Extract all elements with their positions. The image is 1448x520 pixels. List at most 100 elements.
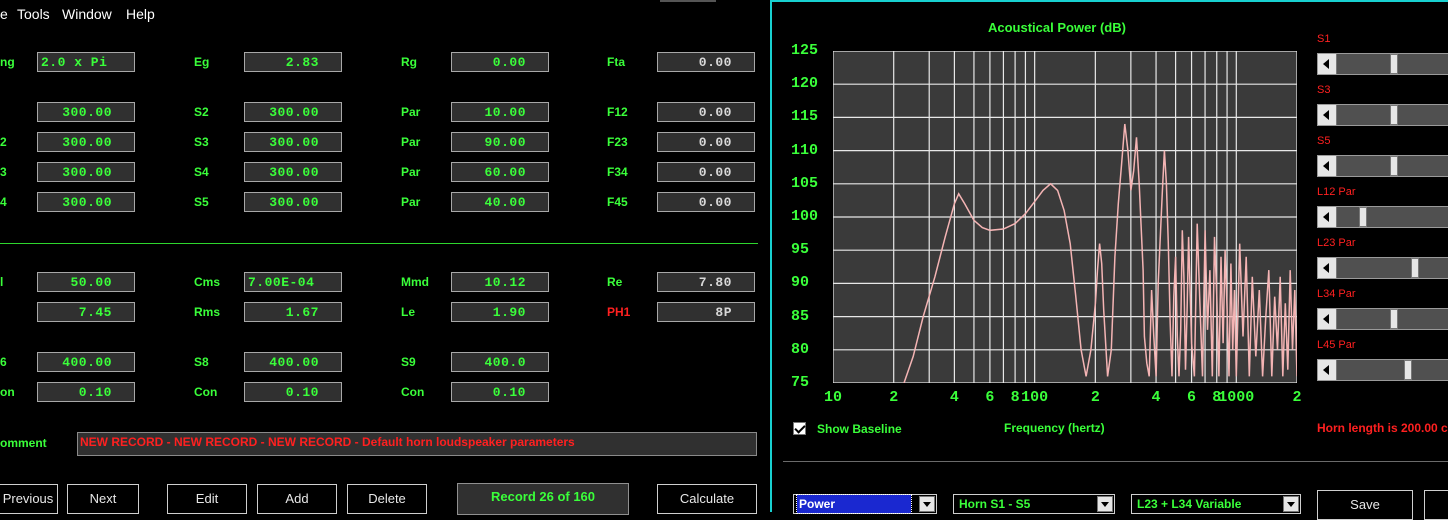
driver-field-0-4[interactable]: 7.80 [657,272,755,292]
add-button[interactable]: Add [257,484,337,514]
previous-button[interactable]: Previous [0,484,58,514]
driver-field-1-3[interactable]: 1.90 [451,302,549,322]
driver-field-1-2[interactable]: 1.67 [244,302,342,322]
menu-window[interactable]: Window [62,6,112,22]
menu-help[interactable]: Help [126,6,155,22]
x-tick-label: 8 [1010,389,1020,406]
horn-field-2-2[interactable]: 300.00 [244,132,342,152]
horn-field-3-4[interactable]: 0.00 [657,162,755,182]
driver-field-0-1[interactable]: 50.00 [37,272,135,292]
driver-field-2-1[interactable]: 400.00 [37,352,135,372]
x-tick-label: 6 [1187,389,1197,406]
mode-combo[interactable]: Power [793,494,937,514]
horn-field-1-1[interactable]: 300.00 [37,102,135,122]
slider-label: L45 Par [1317,339,1356,351]
slider-track[interactable] [1317,155,1448,177]
chevron-left-icon[interactable] [1318,156,1337,176]
horn-field-0-3[interactable]: 0.00 [451,52,549,72]
slider-thumb[interactable] [1411,258,1420,278]
driver-label-3-3: Con [401,385,425,399]
comment-field[interactable]: NEW RECORD - NEW RECORD - NEW RECORD - D… [77,432,757,456]
horn-field-4-3[interactable]: 40.00 [451,192,549,212]
chevron-down-icon[interactable] [919,496,935,512]
y-tick-label: 90 [791,274,810,292]
horn-field-3-3[interactable]: 60.00 [451,162,549,182]
horn-field-2-4[interactable]: 0.00 [657,132,755,152]
menu-tools[interactable]: Tools [17,6,50,22]
driver-field-3-1[interactable]: 0.10 [37,382,135,402]
chevron-left-icon[interactable] [1318,309,1337,329]
x-tick-label: 6 [985,389,995,406]
horn-field-0-4[interactable]: 0.00 [657,52,755,72]
driver-field-3-2[interactable]: 0.10 [244,382,342,402]
save-button[interactable]: Save [1317,490,1413,520]
calculate-button[interactable]: Calculate [657,484,757,514]
driver-label-0-2: Cms [194,275,221,289]
horn-field-4-2[interactable]: 300.00 [244,192,342,212]
horn-label-0-2: Eg [194,55,210,69]
range-combo[interactable]: Horn S1 - S5 [953,494,1115,514]
driver-label-2-2: S8 [194,355,209,369]
horn-field-4-1[interactable]: 300.00 [37,192,135,212]
y-tick-label: 120 [791,75,819,93]
chevron-left-icon[interactable] [1318,258,1337,278]
slider-label: S1 [1317,33,1331,45]
slider-track[interactable] [1317,257,1448,279]
horn-field-3-1[interactable]: 300.00 [37,162,135,182]
horn-field-1-4[interactable]: 0.00 [657,102,755,122]
next-button[interactable]: Next [67,484,139,514]
mode-combo-value: Power [796,494,912,514]
chevron-left-icon[interactable] [1318,360,1337,380]
driver-field-2-3[interactable]: 400.0 [451,352,549,372]
horn-field-1-2[interactable]: 300.00 [244,102,342,122]
horn-field-4-4[interactable]: 0.00 [657,192,755,212]
driver-label-0-1: l [0,275,4,289]
horn-label-0-1: ng [0,55,15,69]
slider-track[interactable] [1317,206,1448,228]
panel-top-border [772,0,1448,2]
horn-label-0-4: Fta [607,55,625,69]
chevron-left-icon[interactable] [1318,207,1337,227]
slider-thumb[interactable] [1389,156,1398,176]
show-baseline-label[interactable]: Show Baseline [817,422,902,436]
x-tick-label: 2 [1292,389,1302,406]
variable-combo[interactable]: L23 + L34 Variable [1131,494,1301,514]
slider-track[interactable] [1317,104,1448,126]
show-baseline-checkbox[interactable] [793,422,806,435]
slider-thumb[interactable] [1358,207,1367,227]
menu-file-partial[interactable]: e [0,6,8,22]
driver-field-1-4[interactable]: 8P [657,302,755,322]
horn-field-0-2[interactable]: 2.83 [244,52,342,72]
slider-track[interactable] [1317,308,1448,330]
chevron-down-icon[interactable] [1097,496,1113,512]
driver-field-0-3[interactable]: 10.12 [451,272,549,292]
driver-label-3-2: Con [194,385,218,399]
driver-field-3-3[interactable]: 0.10 [451,382,549,402]
chevron-down-icon[interactable] [1283,496,1299,512]
slider-thumb[interactable] [1389,309,1398,329]
horn-field-0-1[interactable]: 2.0 x Pi [37,52,135,72]
slider-track[interactable] [1317,359,1448,381]
driver-field-0-2[interactable]: 7.00E-04 [244,272,342,292]
extra-button[interactable] [1424,490,1448,520]
edit-button[interactable]: Edit [167,484,247,514]
horn-field-2-1[interactable]: 300.00 [37,132,135,152]
horn-field-2-3[interactable]: 90.00 [451,132,549,152]
slider-track[interactable] [1317,53,1448,75]
driver-label-2-3: S9 [401,355,416,369]
horn-label-3-2: S4 [194,165,209,179]
slider-thumb[interactable] [1389,105,1398,125]
slider-thumb[interactable] [1389,54,1398,74]
comment-label: omment [0,436,47,450]
slider-thumb[interactable] [1404,360,1413,380]
horn-field-3-2[interactable]: 300.00 [244,162,342,182]
horn-label-4-1: 4 [0,195,7,209]
horn-field-1-3[interactable]: 10.00 [451,102,549,122]
driver-label-0-4: Re [607,275,623,289]
chevron-left-icon[interactable] [1318,54,1337,74]
slider-label: S5 [1317,135,1331,147]
driver-field-2-2[interactable]: 400.00 [244,352,342,372]
chevron-left-icon[interactable] [1318,105,1337,125]
delete-button[interactable]: Delete [347,484,427,514]
driver-field-1-1[interactable]: 7.45 [37,302,135,322]
